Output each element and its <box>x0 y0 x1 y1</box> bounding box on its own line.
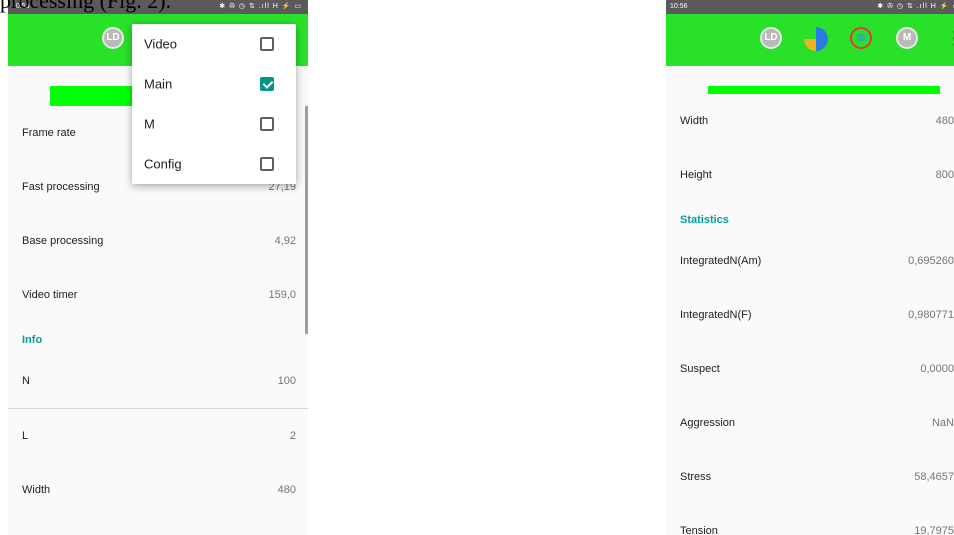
row-value: 58,4657 <box>914 471 954 483</box>
status-bar: 10:56 ✱ ✇ ◷ ⇅ .ıll H ⚡ ▭ <box>666 0 954 14</box>
row-label: Fast processing <box>22 181 100 193</box>
checkbox-main[interactable] <box>260 77 274 91</box>
ld-avatar-icon[interactable]: LD <box>102 27 124 49</box>
row-value: 4,92 <box>274 235 296 247</box>
list-item[interactable]: IntegratedN(F) 0,980771 <box>666 288 954 342</box>
row-value: 800 <box>935 169 954 181</box>
list-item[interactable]: L 2 <box>8 409 308 463</box>
row-value: 0,980771 <box>908 309 954 321</box>
menu-item-m[interactable]: M <box>132 104 296 144</box>
left-phone-screen: 10:56 ✱ ✇ ◷ ⇅ .ıll H ⚡ ▭ LD Frame rate F… <box>8 0 308 535</box>
row-label: N <box>22 375 30 387</box>
row-label: Suspect <box>680 363 720 375</box>
menu-item-label: Main <box>144 76 173 92</box>
row-value: 2 <box>289 430 296 442</box>
row-value: 480 <box>277 484 296 496</box>
list-item[interactable]: IntegratedN(Am) 0,695260 <box>666 234 954 288</box>
row-value: 159,0 <box>268 289 296 301</box>
section-title: Statistics <box>680 214 729 226</box>
ld-avatar-icon[interactable]: LD <box>760 27 782 49</box>
row-label: IntegratedN(F) <box>680 309 752 321</box>
list-item[interactable]: Base processing 4,92 <box>8 214 308 268</box>
list-item[interactable]: Video timer 159,0 <box>8 268 308 322</box>
row-label: L <box>22 430 29 442</box>
section-header-statistics: Statistics <box>666 202 954 234</box>
checkbox-m[interactable] <box>260 117 274 131</box>
row-value: 19,7975 <box>914 525 954 535</box>
row-label: Frame rate <box>22 127 76 139</box>
row-label: Width <box>680 115 709 127</box>
list-item[interactable]: N 100 <box>8 354 308 408</box>
list-item[interactable]: Stress 58,4657 <box>666 450 954 504</box>
status-icons: ✱ ✇ ◷ ⇅ .ıll H ⚡ ▭ <box>219 3 302 10</box>
list-item[interactable]: Aggression NaN <box>666 396 954 450</box>
menu-item-label: M <box>144 116 155 132</box>
row-value: 100 <box>277 375 296 387</box>
row-label: Base processing <box>22 235 104 247</box>
scrollbar[interactable] <box>305 106 308 334</box>
right-phone-screen: 10:56 ✱ ✇ ◷ ⇅ .ıll H ⚡ ▭ LD ▦ M ⋮ Width … <box>666 0 954 535</box>
checkbox-video[interactable] <box>260 37 274 51</box>
menu-item-label: Config <box>144 156 182 172</box>
section-header-info: Info <box>8 322 308 354</box>
history-icon[interactable]: ▦ <box>850 27 872 49</box>
menu-item-video[interactable]: Video <box>132 24 296 64</box>
list-item[interactable]: Height 800 <box>666 148 954 202</box>
row-label: Video timer <box>22 289 78 301</box>
document-caption-fragment: processing (Fig. 2). <box>0 0 172 13</box>
row-value: 0,0000 <box>920 363 954 375</box>
row-value: 480 <box>935 115 954 127</box>
row-label: Stress <box>680 471 712 483</box>
list-item[interactable]: Tension 19,7975 <box>666 504 954 535</box>
list-item[interactable]: Width 480 <box>8 463 308 517</box>
menu-item-label: Video <box>144 36 178 52</box>
status-time: 10:56 <box>670 3 688 10</box>
more-vert-icon[interactable]: ⋮ <box>946 25 954 51</box>
m-avatar-icon[interactable]: M <box>896 27 918 49</box>
row-value: NaN <box>931 417 954 429</box>
menu-item-config[interactable]: Config <box>132 144 296 184</box>
row-value: 0,695260 <box>908 255 954 267</box>
row-label: IntegratedN(Am) <box>680 255 762 267</box>
overflow-menu: Video Main M Config <box>132 24 296 184</box>
row-label: Height <box>680 169 712 181</box>
row-label: Tension <box>680 525 718 535</box>
row-label: Aggression <box>680 417 736 429</box>
checkbox-config[interactable] <box>260 157 274 171</box>
app-bar: LD ▦ M ⋮ <box>666 14 954 66</box>
status-icons: ✱ ✇ ◷ ⇅ .ıll H ⚡ ▭ <box>877 3 954 10</box>
menu-item-main[interactable]: Main <box>132 64 296 104</box>
pie-chart-icon[interactable] <box>804 27 828 51</box>
stats-list: Width 480 Height 800 Statistics Integrat… <box>666 94 954 535</box>
list-item[interactable]: Width 480 <box>666 94 954 148</box>
row-label: Width <box>22 484 51 496</box>
list-item[interactable]: Suspect 0,0000 <box>666 342 954 396</box>
section-title: Info <box>22 334 43 346</box>
